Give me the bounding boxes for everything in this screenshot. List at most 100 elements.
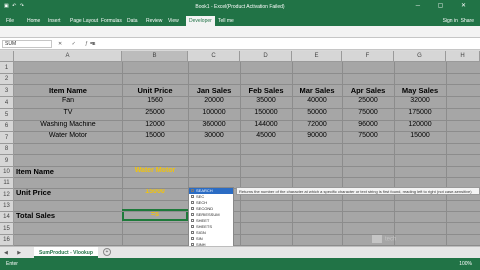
grid-line (14, 143, 480, 144)
col-header-e[interactable]: E (292, 51, 342, 62)
total-sales-label: Total Sales (16, 211, 56, 220)
row-header[interactable]: 10 (0, 167, 14, 178)
window-buttons[interactable]: ─ ▢ ✕ (416, 2, 474, 9)
row-header[interactable]: 8 (0, 144, 14, 155)
row-header[interactable]: 4 (0, 97, 14, 109)
tab-formulas[interactable]: Formulas (101, 18, 122, 24)
col-header-h[interactable]: H (446, 51, 480, 62)
row-header[interactable]: 14 (0, 212, 14, 223)
table-cell[interactable]: 45000 (240, 132, 292, 139)
table-header: Jan Sales (196, 86, 232, 95)
table-cell[interactable]: 12000 (122, 121, 188, 128)
row-header[interactable]: 11 (0, 178, 14, 189)
tab-developer[interactable]: Developer (186, 16, 215, 26)
table-header: Apr Sales (350, 86, 386, 95)
table-cell[interactable]: 15000 (394, 132, 446, 139)
col-header-c[interactable]: C (188, 51, 240, 62)
table-cell[interactable]: 360000 (188, 121, 240, 128)
table-cell[interactable]: Fan (14, 97, 122, 104)
table-cell[interactable]: 25000 (342, 97, 394, 104)
grid-line (14, 108, 480, 109)
row-header[interactable]: 16 (0, 235, 14, 246)
function-icon (191, 213, 194, 217)
table-cell[interactable]: 40000 (292, 97, 342, 104)
table-cell[interactable]: 100000 (188, 109, 240, 116)
formula-input[interactable]: =s (90, 41, 95, 47)
grid-line (14, 166, 480, 167)
table-header: Unit Price (137, 86, 173, 95)
col-header-g[interactable]: G (394, 51, 446, 62)
table-cell[interactable]: 32000 (394, 97, 446, 104)
row-header[interactable]: 3 (0, 85, 14, 97)
tab-insert[interactable]: Insert (48, 18, 61, 24)
table-cell[interactable]: 96000 (342, 121, 394, 128)
table-cell[interactable]: 175000 (394, 109, 446, 116)
sheet-tab-active[interactable]: SumProduct - Vlookup (34, 247, 98, 258)
table-cell[interactable]: 75000 (342, 132, 394, 139)
row-header[interactable]: 9 (0, 155, 14, 167)
row-header[interactable]: 6 (0, 121, 14, 132)
col-header-d[interactable]: D (240, 51, 292, 62)
table-cell[interactable]: TV (14, 109, 122, 116)
row-header[interactable]: 15 (0, 223, 14, 235)
item-name-value[interactable]: Water Motor (122, 167, 188, 174)
worksheet-grid[interactable]: A B C D E F G H Item Name Unit Price Jan… (0, 51, 480, 246)
table-cell[interactable]: 50000 (292, 109, 342, 116)
table-cell[interactable]: 120000 (394, 121, 446, 128)
tab-review[interactable]: Review (146, 18, 162, 24)
function-tooltip: Returns the number of the character at w… (236, 187, 480, 195)
table-cell[interactable]: Washing Machine (14, 121, 122, 128)
row-header[interactable]: 12 (0, 189, 14, 201)
function-icon (191, 225, 194, 229)
total-sales-input[interactable]: =s (122, 211, 188, 218)
table-cell[interactable]: 150000 (240, 109, 292, 116)
name-box[interactable]: SUM (2, 40, 52, 48)
table-cell[interactable]: 15000 (122, 132, 188, 139)
table-cell[interactable]: 1560 (122, 97, 188, 104)
row-header[interactable]: 1 (0, 62, 14, 74)
tab-data[interactable]: Data (127, 18, 138, 24)
function-icon (191, 189, 194, 193)
table-cell[interactable]: 30000 (188, 132, 240, 139)
tab-view[interactable]: View (168, 18, 179, 24)
item-name-label: Item Name (16, 167, 54, 176)
function-icon (191, 207, 194, 211)
table-cell[interactable]: 20000 (188, 97, 240, 104)
row-header[interactable]: 13 (0, 201, 14, 212)
table-header: Mar Sales (299, 86, 335, 95)
table-cell[interactable]: Water Motor (14, 132, 122, 139)
tab-file[interactable]: File (6, 18, 14, 24)
grid-line (14, 154, 480, 155)
col-header-f[interactable]: F (342, 51, 394, 62)
tell-me-search[interactable]: Tell me (218, 18, 234, 24)
share-button[interactable]: Share (461, 18, 474, 24)
table-cell[interactable]: 90000 (292, 132, 342, 139)
tab-home[interactable]: Home (27, 18, 40, 24)
row-header[interactable]: 7 (0, 132, 14, 144)
tab-page-layout[interactable]: Page Layout (70, 18, 98, 24)
table-cell[interactable]: 75000 (342, 109, 394, 116)
grid-line (14, 73, 480, 74)
sign-in-share[interactable]: Sign in Share (443, 18, 474, 24)
table-cell[interactable]: 72000 (292, 121, 342, 128)
status-mode: Enter (6, 261, 18, 267)
add-sheet-button[interactable]: + (103, 248, 111, 256)
row-header[interactable]: 2 (0, 74, 14, 85)
grid-line (14, 84, 480, 85)
sheet-nav-arrows[interactable]: ◀ ▶ (4, 250, 25, 256)
grid-line (14, 200, 480, 201)
grid-line (14, 120, 480, 121)
select-all-corner[interactable] (0, 51, 14, 62)
zoom-level[interactable]: 100% (459, 261, 472, 267)
col-header-a[interactable]: A (14, 51, 122, 62)
table-cell[interactable]: 25000 (122, 109, 188, 116)
row-header[interactable]: 5 (0, 109, 14, 121)
col-header-b[interactable]: B (122, 51, 188, 62)
sheet-tabs-bar: ◀ ▶ SumProduct - Vlookup + (0, 246, 480, 258)
table-cell[interactable]: 144000 (240, 121, 292, 128)
table-header: May Sales (401, 86, 439, 95)
sign-in-link[interactable]: Sign in (443, 18, 458, 24)
table-cell[interactable]: 35000 (240, 97, 292, 104)
unit-price-value[interactable]: 15000 (122, 188, 188, 195)
grid-line (14, 177, 480, 178)
